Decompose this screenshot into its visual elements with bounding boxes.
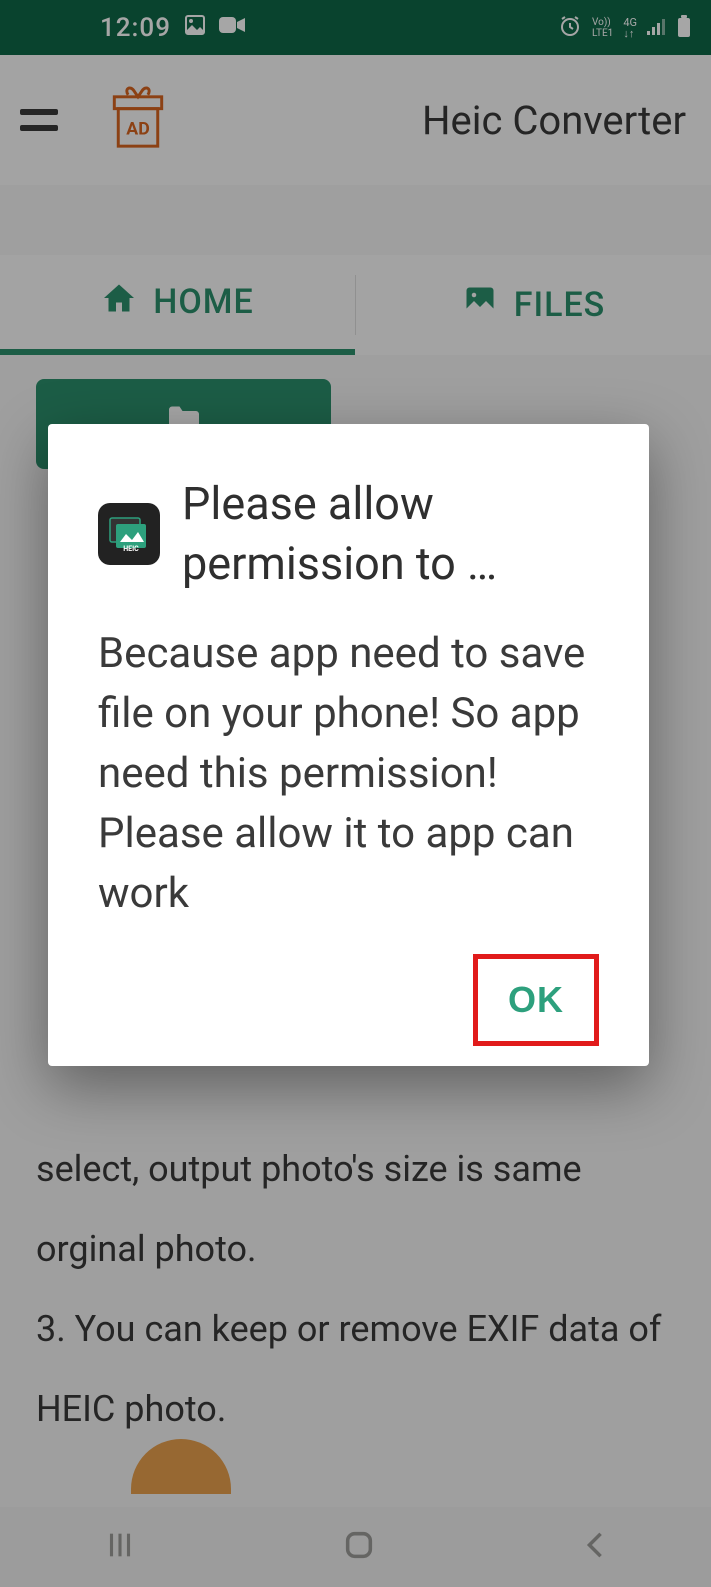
ok-button[interactable]: OK <box>473 954 599 1046</box>
svg-text:HEIC: HEIC <box>123 545 139 553</box>
permission-dialog: HEIC Please allow permission to … Becaus… <box>48 424 649 1066</box>
dialog-app-icon: HEIC <box>98 503 160 565</box>
dialog-title: Please allow permission to … <box>182 474 599 594</box>
dialog-body: Because app need to save file on your ph… <box>98 624 599 924</box>
